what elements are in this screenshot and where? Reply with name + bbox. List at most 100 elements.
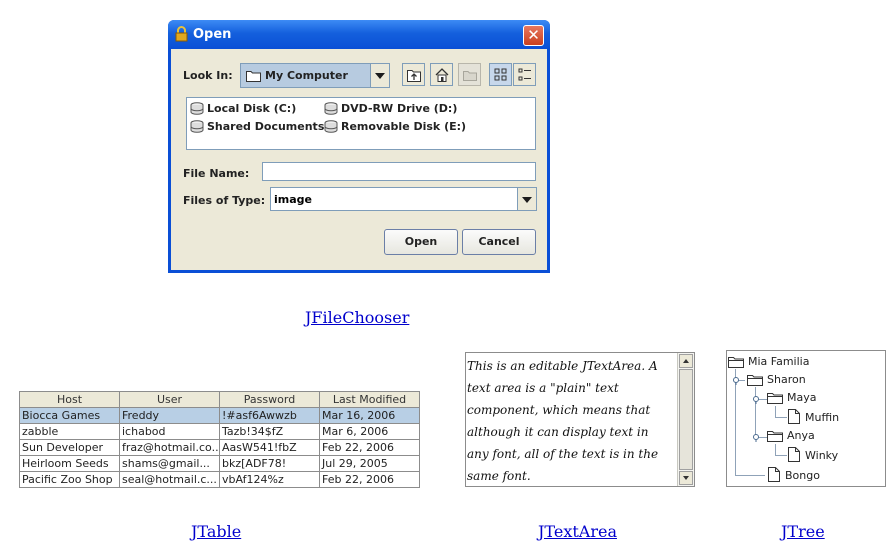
caption-jtextarea[interactable]: JTextArea — [538, 522, 617, 541]
text-area-content[interactable]: This is an editable JTextArea. A text ar… — [467, 355, 677, 487]
dialog-titlebar[interactable]: Open ✕ — [168, 20, 550, 49]
open-button[interactable]: Open — [384, 229, 458, 255]
folder-icon — [747, 375, 763, 386]
table-cell[interactable]: Mar 6, 2006 — [319, 423, 420, 440]
caption-jtable[interactable]: JTable — [191, 522, 241, 541]
table-cell[interactable]: Sun Developer — [19, 439, 120, 456]
column-header-host[interactable]: Host — [19, 391, 120, 408]
up-folder-icon — [407, 70, 421, 82]
table-row[interactable]: Heirloom Seeds shams@gmail... bkz[ADF78!… — [19, 455, 420, 472]
table-cell[interactable]: Biocca Games — [19, 407, 120, 424]
cancel-button[interactable]: Cancel — [462, 229, 536, 255]
disk-icon — [190, 102, 204, 115]
lock-icon — [175, 26, 188, 42]
file-name-label: File Name: — [183, 167, 250, 180]
table-cell[interactable]: bkz[ADF78! — [219, 455, 320, 472]
tree-node[interactable]: Mia Familia — [728, 355, 809, 368]
text-line: This is an editable JTextArea. A — [467, 359, 658, 373]
table-row[interactable]: Biocca Games Freddy !#asf6Awwzb Mar 16, … — [19, 407, 420, 424]
table-cell[interactable]: zabble — [19, 423, 120, 440]
column-header-password[interactable]: Password — [219, 391, 320, 408]
table-cell[interactable]: ichabod — [119, 423, 220, 440]
text-line: although it can display text in — [467, 425, 649, 439]
table-row[interactable]: Sun Developer fraz@hotmail.co... AasW541… — [19, 439, 420, 456]
table-cell[interactable]: AasW541!fbZ — [219, 439, 320, 456]
caption-jtree[interactable]: JTree — [781, 522, 825, 541]
data-table[interactable]: Host User Password Last Modified Biocca … — [19, 391, 420, 488]
text-line: same font. — [467, 469, 531, 483]
table-cell[interactable]: !#asf6Awwzb — [219, 407, 320, 424]
column-header-user[interactable]: User — [119, 391, 220, 408]
file-icon — [788, 447, 800, 462]
table-header-row: Host User Password Last Modified — [19, 391, 420, 408]
close-button[interactable]: ✕ — [523, 25, 544, 46]
table-cell[interactable]: Tazb!34$fZ — [219, 423, 320, 440]
file-item[interactable]: DVD-RW Drive (D:) — [324, 102, 457, 115]
tree-node[interactable]: Maya — [767, 391, 816, 404]
tree-node[interactable]: Muffin — [787, 409, 839, 424]
folder-icon — [767, 431, 783, 442]
vertical-scrollbar[interactable] — [677, 353, 694, 486]
folder-icon — [246, 71, 261, 82]
tree-line — [775, 455, 787, 456]
tree-node[interactable]: Sharon — [747, 373, 806, 386]
open-dialog: Open ✕ Look In: My Computer Local Disk (… — [168, 20, 550, 273]
table-cell[interactable]: Pacific Zoo Shop — [19, 471, 120, 488]
disk-icon — [324, 120, 338, 133]
table-cell[interactable]: Feb 22, 2006 — [319, 471, 420, 488]
files-of-type-value: image — [274, 193, 312, 206]
list-view-button[interactable] — [489, 63, 512, 86]
home-icon — [435, 68, 449, 82]
home-button[interactable] — [430, 63, 453, 86]
folder-icon — [728, 357, 744, 368]
text-area[interactable]: This is an editable JTextArea. A text ar… — [465, 352, 695, 487]
tree-expand-handle-icon[interactable] — [752, 433, 760, 442]
look-in-label: Look In: — [183, 69, 233, 82]
new-folder-button[interactable] — [458, 63, 481, 86]
file-item[interactable]: Removable Disk (E:) — [324, 120, 466, 133]
table-cell[interactable]: Heirloom Seeds — [19, 455, 120, 472]
details-view-button[interactable] — [513, 63, 536, 86]
table-cell[interactable]: shams@gmail... — [119, 455, 220, 472]
table-row[interactable]: zabble ichabod Tazb!34$fZ Mar 6, 2006 — [19, 423, 420, 440]
files-of-type-combo[interactable]: image — [270, 187, 537, 211]
file-name-field[interactable] — [262, 162, 536, 181]
tree-line — [735, 475, 765, 476]
dialog-body: Look In: My Computer Local Disk (C:) DVD… — [171, 49, 547, 270]
file-item[interactable]: Shared Documents — [190, 120, 324, 133]
column-header-last-modified[interactable]: Last Modified — [319, 391, 420, 408]
tree-view[interactable]: Mia Familia Sharon Maya Muffin Anya Wink… — [726, 350, 886, 487]
up-folder-button[interactable] — [402, 63, 425, 86]
look-in-combo[interactable]: My Computer — [240, 63, 390, 88]
text-line: text area is a "plain" text — [467, 381, 619, 395]
table-row[interactable]: Pacific Zoo Shop seal@hotmail.c... vbAf1… — [19, 471, 420, 488]
table-cell[interactable]: Freddy — [119, 407, 220, 424]
table-cell[interactable]: Jul 29, 2005 — [319, 455, 420, 472]
table-cell[interactable]: seal@hotmail.c... — [119, 471, 220, 488]
tree-node[interactable]: Anya — [767, 429, 815, 442]
tree-expand-handle-icon[interactable] — [732, 376, 740, 385]
caption-jfilechooser[interactable]: JFileChooser — [305, 308, 409, 327]
scroll-up-icon[interactable] — [679, 354, 693, 368]
text-line: any font, all of the text is in the — [467, 447, 659, 461]
file-list[interactable]: Local Disk (C:) DVD-RW Drive (D:) Shared… — [186, 97, 536, 150]
chevron-down-icon[interactable] — [517, 188, 536, 210]
scroll-thumb[interactable] — [679, 369, 693, 470]
scroll-down-icon[interactable] — [679, 471, 693, 485]
table-cell[interactable]: Feb 22, 2006 — [319, 439, 420, 456]
new-folder-icon — [463, 71, 477, 81]
tree-expand-handle-icon[interactable] — [752, 395, 760, 404]
table-cell[interactable]: vbAf124%z — [219, 471, 320, 488]
file-item[interactable]: Local Disk (C:) — [190, 102, 296, 115]
file-icon — [788, 409, 800, 424]
tree-node[interactable]: Bongo — [767, 467, 820, 482]
dialog-title: Open — [193, 27, 232, 42]
disk-icon — [190, 120, 204, 133]
table-cell[interactable]: Mar 16, 2006 — [319, 407, 420, 424]
folder-icon — [767, 393, 783, 404]
tree-node[interactable]: Winky — [787, 447, 838, 462]
table-cell[interactable]: fraz@hotmail.co... — [119, 439, 220, 456]
chevron-down-icon[interactable] — [370, 64, 389, 87]
list-view-icon — [494, 68, 507, 81]
tree-line — [775, 417, 787, 418]
